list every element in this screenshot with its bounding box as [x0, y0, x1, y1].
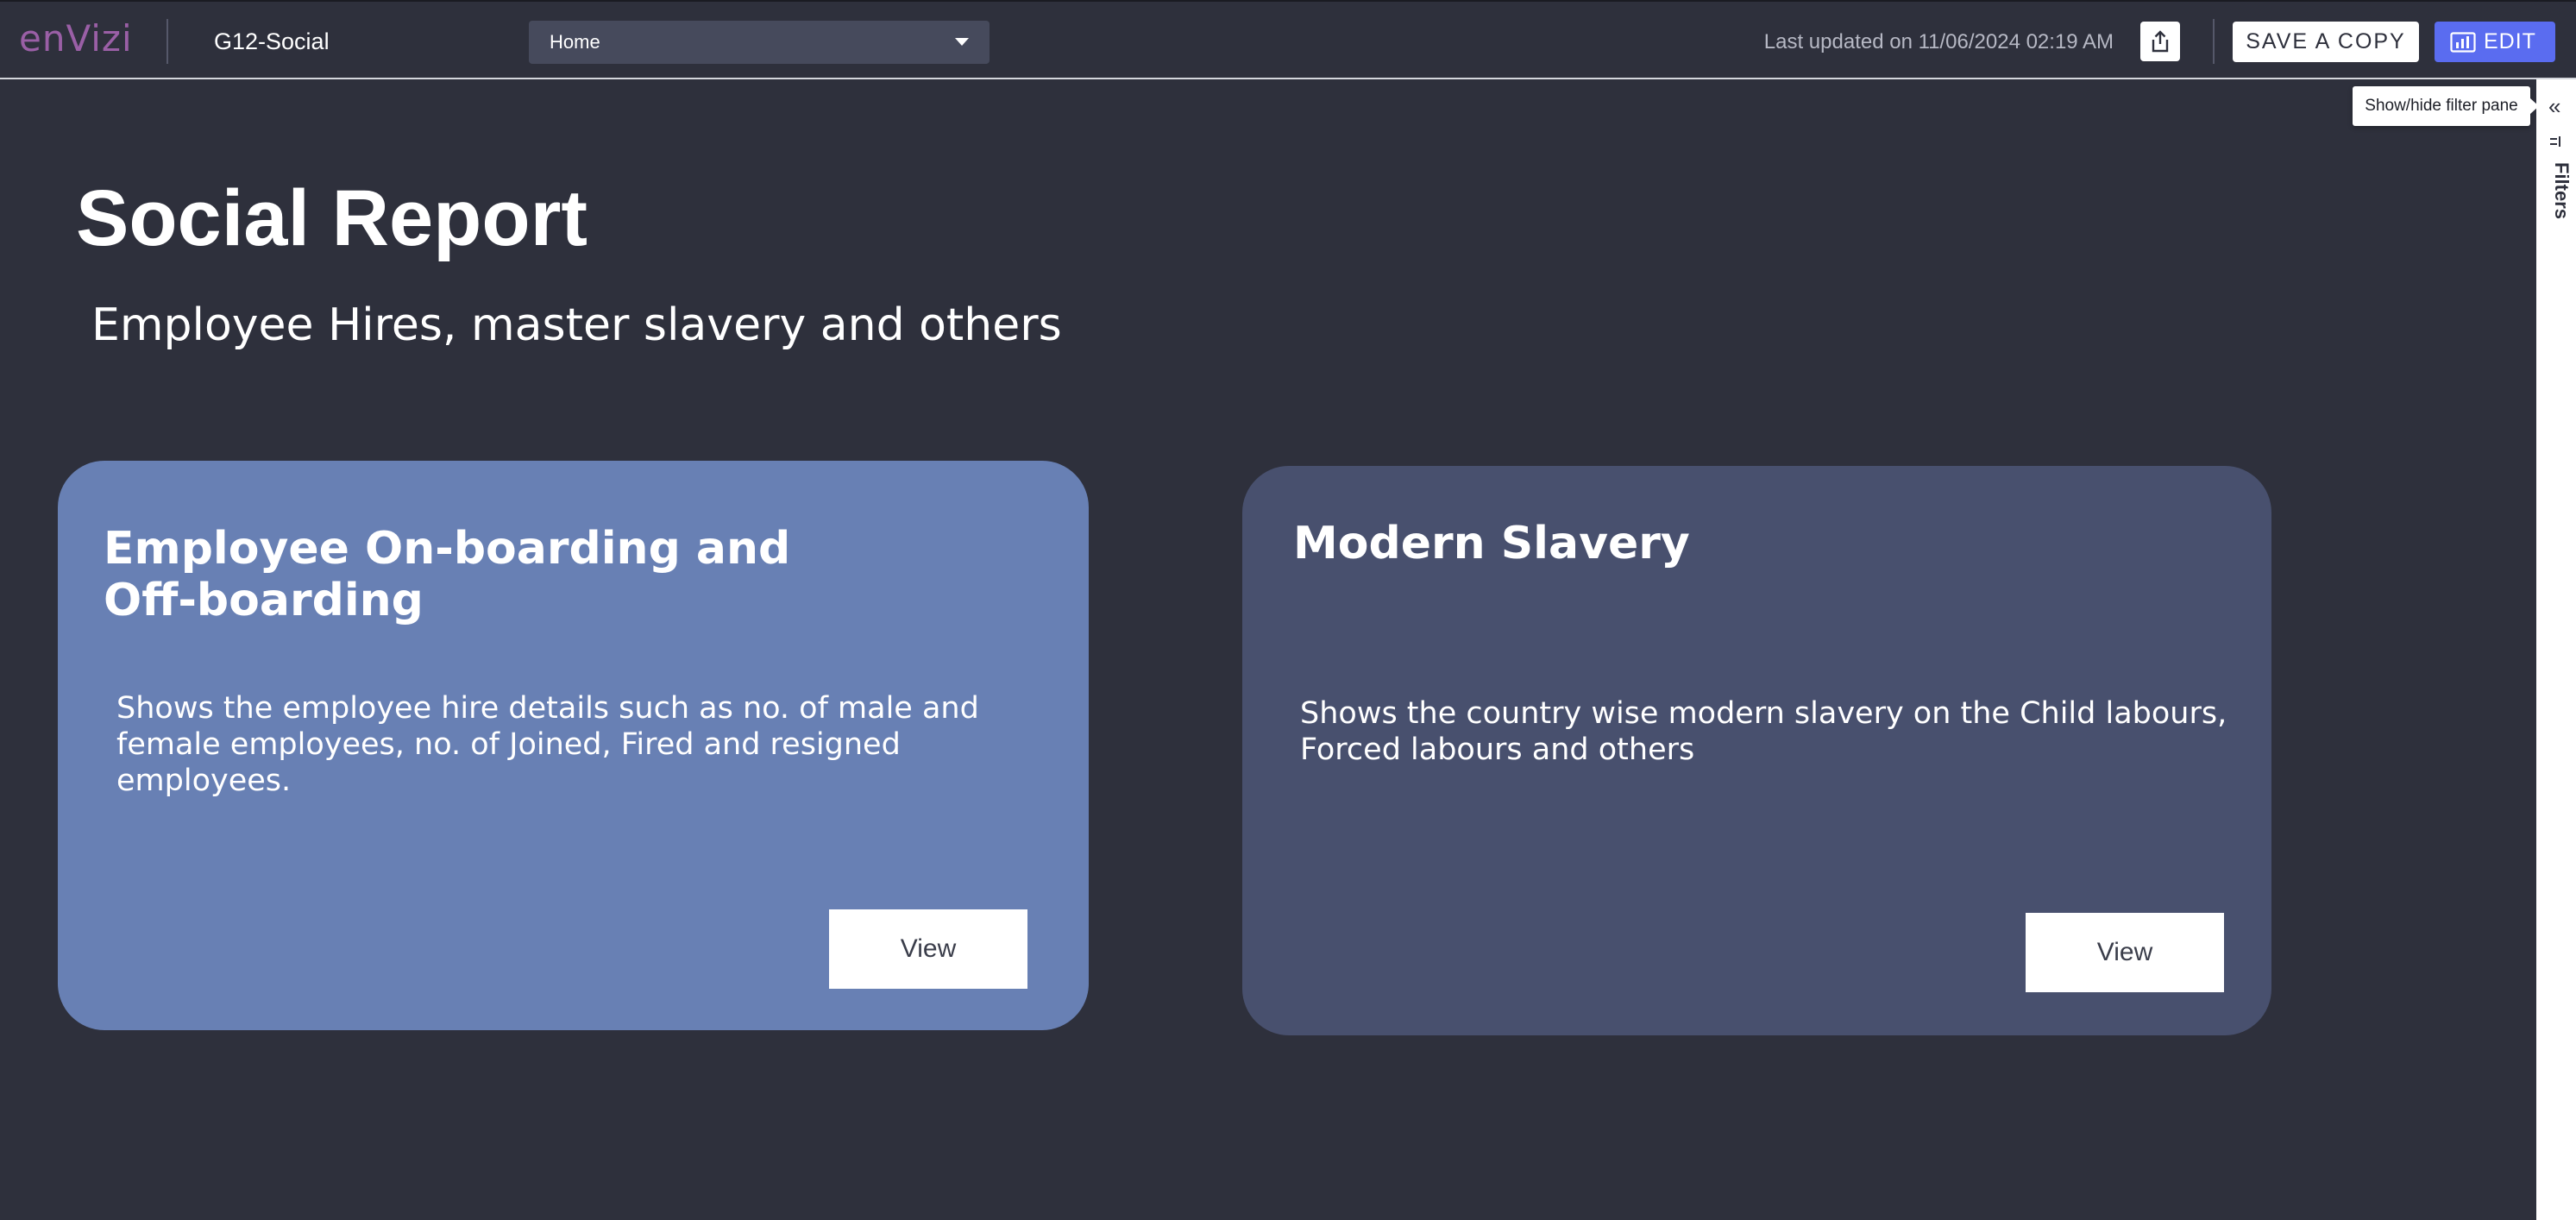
card-description: Shows the employee hire details such as … [116, 691, 979, 798]
employee-onboarding-card: Employee On-boarding and Off-boarding Sh… [58, 461, 1089, 1030]
card-title: Modern Slavery [1293, 518, 1690, 569]
report-subtitle: Employee Hires, master slavery and other… [91, 299, 1062, 351]
report-title: Social Report [76, 174, 588, 262]
chevron-down-icon [955, 38, 969, 46]
card-description: Shows the country wise modern slavery on… [1300, 696, 2227, 767]
share-button[interactable] [2140, 22, 2180, 61]
save-a-copy-button[interactable]: SAVE A COPY [2233, 22, 2419, 62]
filter-icon [2550, 136, 2560, 147]
page-select-value: Home [550, 31, 600, 53]
page-select-dropdown[interactable]: Home [529, 21, 990, 64]
filter-pane-tooltip: Show/hide filter pane [2353, 86, 2539, 126]
modern-slavery-card: Modern Slavery Shows the country wise mo… [1242, 466, 2271, 1035]
share-icon [2152, 30, 2169, 53]
filter-pane[interactable] [2536, 79, 2576, 1220]
app-title: G12-Social [214, 28, 330, 54]
top-header-bar: enVizi G12-Social Home Last updated on 1… [0, 0, 2576, 79]
edit-button[interactable]: EDIT [2435, 22, 2555, 62]
header-divider [2213, 19, 2215, 64]
card-title: Employee On-boarding and Off-boarding [104, 523, 791, 626]
chart-icon [2450, 32, 2476, 53]
edit-button-label: EDIT [2484, 29, 2536, 53]
last-updated-text: Last updated on 11/06/2024 02:19 AM [1763, 30, 2114, 53]
view-button[interactable]: View [2026, 913, 2224, 992]
view-button[interactable]: View [829, 909, 1027, 989]
envizi-logo[interactable]: enVizi [19, 17, 133, 60]
collapse-filter-pane-icon[interactable]: « [2548, 95, 2567, 117]
filters-label[interactable]: Filters [2547, 162, 2573, 240]
header-divider [166, 19, 168, 64]
